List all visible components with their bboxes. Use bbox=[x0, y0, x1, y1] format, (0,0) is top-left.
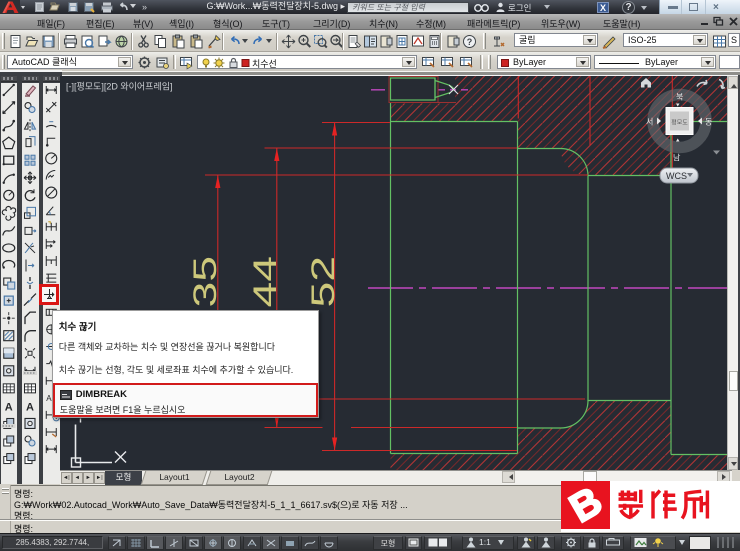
svg-text:북: 북 bbox=[676, 92, 683, 101]
svg-text:WCS: WCS bbox=[666, 171, 687, 181]
svg-text:35: 35 bbox=[188, 255, 223, 307]
svg-text:동: 동 bbox=[705, 117, 712, 126]
svg-text:남: 남 bbox=[673, 153, 681, 162]
svg-text:?: ? bbox=[467, 37, 473, 47]
svg-text:서: 서 bbox=[646, 117, 653, 126]
svg-text:평모도: 평모도 bbox=[671, 118, 688, 126]
svg-text:A: A bbox=[26, 401, 34, 413]
svg-text:52: 52 bbox=[306, 255, 341, 307]
svg-text:A: A bbox=[5, 401, 13, 413]
svg-text:[-][평모도][2D 와이어프레임]: [-][평모도][2D 와이어프레임] bbox=[66, 80, 173, 91]
svg-text:44: 44 bbox=[248, 255, 283, 307]
